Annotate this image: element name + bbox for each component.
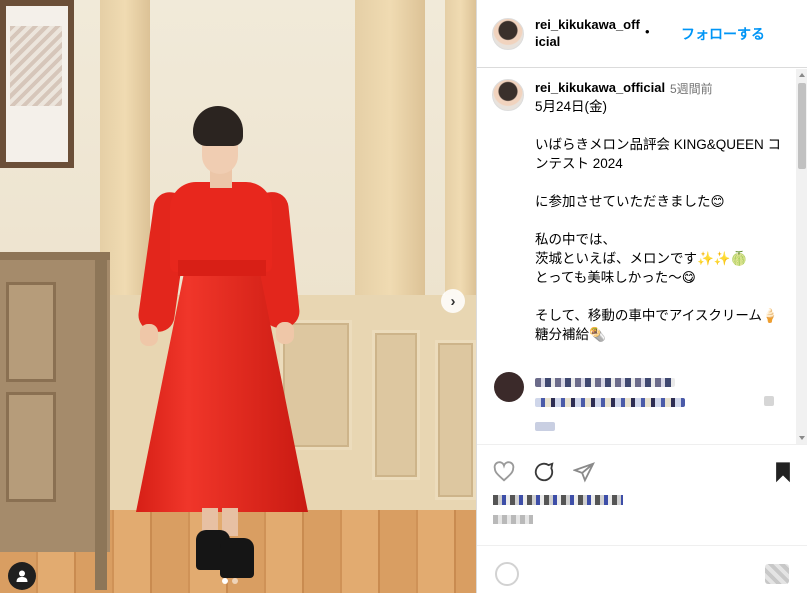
post-date-redacted: [493, 515, 533, 524]
next-image-button[interactable]: ›: [441, 289, 465, 313]
scroll-up-arrow-icon[interactable]: [799, 73, 805, 77]
scroll-down-arrow-icon[interactable]: [799, 436, 805, 440]
caption-username[interactable]: rei_kikukawa_official: [535, 80, 665, 95]
scroll-thumb[interactable]: [798, 83, 806, 169]
woman-in-red-dress: [118, 100, 318, 593]
avatar[interactable]: [492, 79, 524, 111]
comment-item: [477, 372, 795, 432]
share-icon[interactable]: [573, 461, 595, 483]
like-comment-icon[interactable]: [764, 396, 774, 406]
heart-icon[interactable]: [493, 461, 515, 483]
add-comment-bar: [477, 545, 807, 593]
post-image[interactable]: ›: [0, 0, 476, 593]
tagged-users-button[interactable]: [8, 562, 36, 590]
chevron-right-icon: ›: [450, 292, 456, 310]
caption-text: 5月24日(金) いばらきメロン品評会 KING&QUEEN コンテスト 202…: [535, 99, 782, 342]
comment-icon[interactable]: [533, 461, 555, 483]
wall-painting: [0, 0, 74, 168]
caption-timestamp[interactable]: 5週間前: [670, 80, 713, 97]
person-icon: [16, 570, 28, 582]
wooden-cabinet: [0, 252, 110, 552]
carousel-indicator: [222, 578, 238, 584]
caption-section: rei_kikukawa_official 5週間前 5月24日(金) いばらき…: [477, 69, 795, 358]
likes-count-redacted[interactable]: [493, 495, 623, 505]
post-header: rei_kikukawa_official • フォローする: [477, 0, 807, 68]
comment-input[interactable]: [535, 566, 735, 582]
post-details-panel: rei_kikukawa_official • フォローする rei_kikuk…: [476, 0, 807, 593]
post-actions: [477, 444, 807, 593]
bookmark-icon[interactable]: [772, 461, 794, 483]
comments-scrollbar[interactable]: [796, 69, 807, 444]
redacted-text: [535, 378, 675, 387]
carousel-dot: [222, 578, 228, 584]
emoji-icon[interactable]: [495, 562, 519, 586]
post-comment-button[interactable]: [765, 564, 789, 584]
carousel-dot: [232, 578, 238, 584]
redacted-text: [535, 398, 685, 407]
follow-button[interactable]: フォローする: [681, 24, 765, 44]
instagram-post-modal: › rei_kikukawa_official • フォローする rei_kik…: [0, 0, 807, 593]
separator-dot: •: [645, 24, 650, 39]
username-link[interactable]: rei_kikukawa_official: [535, 16, 640, 50]
commenter-avatar[interactable]: [494, 372, 524, 402]
redacted-text: [535, 422, 555, 431]
avatar[interactable]: [492, 18, 524, 50]
